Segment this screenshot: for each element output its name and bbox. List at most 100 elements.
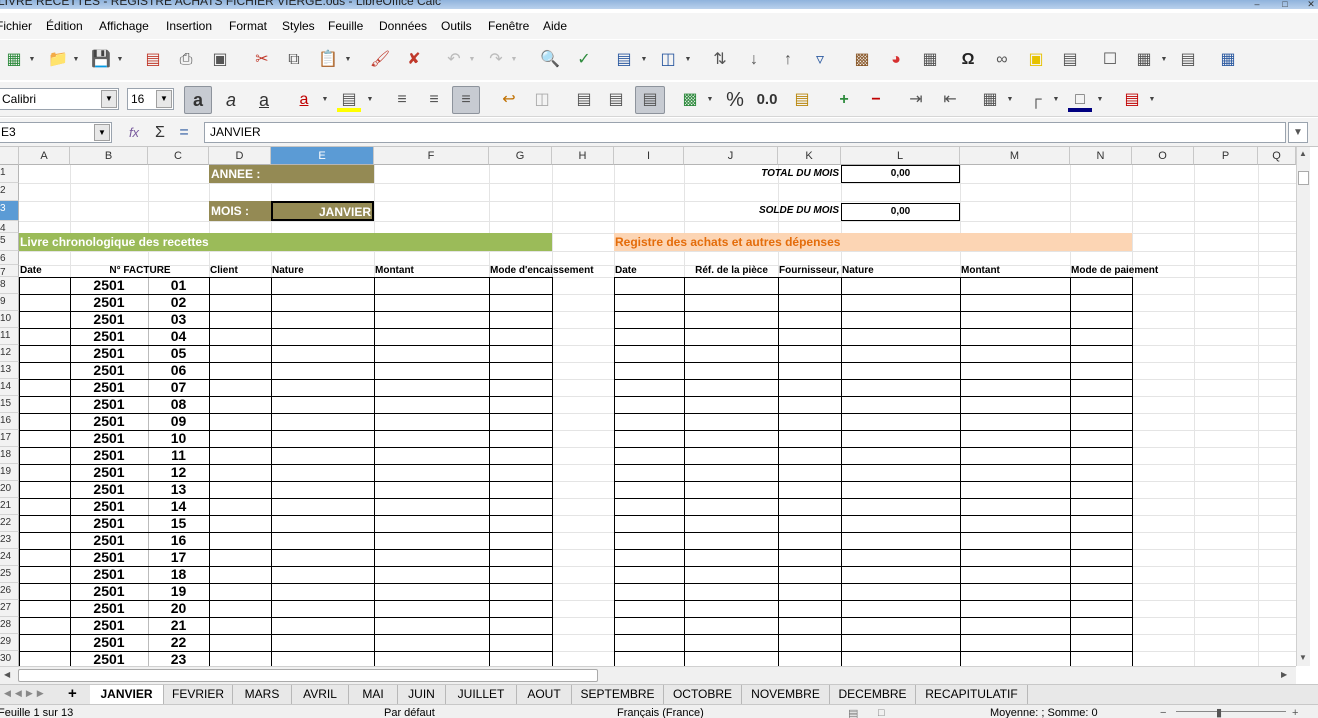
menu-styles[interactable]: Styles bbox=[282, 19, 315, 33]
sort-ascending-icon[interactable]: ↓ bbox=[742, 48, 766, 72]
image-icon[interactable]: ▩ bbox=[850, 48, 874, 72]
row-header-18[interactable]: 18 bbox=[0, 447, 19, 464]
invoice-number[interactable]: 22 bbox=[148, 634, 209, 651]
menu-edition[interactable]: Édition bbox=[46, 19, 83, 33]
menu-insertion[interactable]: Insertion bbox=[166, 19, 212, 33]
invoice-year[interactable]: 2501 bbox=[70, 447, 148, 464]
freeze-dropdown-icon[interactable]: ▼ bbox=[1160, 48, 1168, 72]
column-header-d[interactable]: D bbox=[209, 147, 271, 165]
invoice-year[interactable]: 2501 bbox=[70, 651, 148, 666]
invoice-number[interactable]: 19 bbox=[148, 583, 209, 600]
header-date[interactable]: Date bbox=[19, 265, 70, 277]
spelling-icon[interactable]: ✓ bbox=[572, 48, 596, 72]
invoice-number[interactable]: 04 bbox=[148, 328, 209, 345]
sheet-tab-janvier[interactable]: JANVIER bbox=[90, 685, 164, 704]
formula-input[interactable]: JANVIER bbox=[204, 122, 1286, 143]
column-header-h[interactable]: H bbox=[552, 147, 614, 165]
row-header-24[interactable]: 24 bbox=[0, 549, 19, 566]
mois-label[interactable]: MOIS : bbox=[209, 201, 271, 221]
open-dropdown-icon[interactable]: ▼ bbox=[72, 48, 80, 72]
invoice-year[interactable]: 2501 bbox=[70, 566, 148, 583]
zoom-out-icon[interactable]: − bbox=[1160, 707, 1166, 718]
column-header-q[interactable]: Q bbox=[1258, 147, 1296, 165]
sheet-tab-novembre[interactable]: NOVEMBRE bbox=[742, 685, 830, 704]
undo-icon[interactable]: ↶ bbox=[442, 48, 466, 72]
header-achat-date[interactable]: Date bbox=[614, 265, 684, 277]
add-sheet-icon[interactable]: + bbox=[68, 685, 77, 702]
special-character-icon[interactable]: Ω bbox=[956, 48, 980, 72]
menu-format[interactable]: Format bbox=[229, 19, 267, 33]
tab-navigation-icon[interactable]: ◀◀▶▶ bbox=[4, 688, 48, 699]
font-size-box[interactable]: 16 ▼ bbox=[127, 88, 174, 110]
row-icon[interactable]: ▤ bbox=[612, 48, 636, 72]
header-mode-paiement[interactable]: Mode de paiement bbox=[1070, 265, 1158, 277]
header-nature[interactable]: Nature bbox=[271, 265, 374, 277]
scroll-down-icon[interactable]: ▼ bbox=[1299, 653, 1307, 662]
undo-dropdown-icon[interactable]: ▼ bbox=[468, 48, 476, 72]
invoice-year[interactable]: 2501 bbox=[70, 413, 148, 430]
header-achat-nature[interactable]: Nature bbox=[841, 265, 960, 277]
border-style-icon[interactable]: ┌ bbox=[1024, 88, 1048, 112]
total-label[interactable]: TOTAL DU MOIS bbox=[684, 165, 841, 183]
font-color-icon[interactable]: a bbox=[292, 88, 316, 112]
formula-icon[interactable]: = bbox=[172, 121, 196, 145]
row-header-12[interactable]: 12 bbox=[0, 345, 19, 362]
invoice-year[interactable]: 2501 bbox=[70, 600, 148, 617]
menu-fichier[interactable]: Fichier bbox=[0, 19, 32, 33]
new-dropdown-icon[interactable]: ▼ bbox=[28, 48, 36, 72]
paste-dropdown-icon[interactable]: ▼ bbox=[344, 48, 352, 72]
invoice-year[interactable]: 2501 bbox=[70, 515, 148, 532]
print-preview-icon[interactable]: ▣ bbox=[208, 48, 232, 72]
horizontal-scroll-thumb[interactable] bbox=[18, 669, 598, 682]
name-box-dropdown-icon[interactable]: ▼ bbox=[94, 124, 110, 141]
row-header-27[interactable]: 27 bbox=[0, 600, 19, 617]
sheet-tab-aout[interactable]: AOUT bbox=[517, 685, 572, 704]
scroll-left-icon[interactable]: ◀ bbox=[4, 670, 10, 679]
select-all-corner[interactable] bbox=[0, 147, 19, 165]
invoice-year[interactable]: 2501 bbox=[70, 362, 148, 379]
copy-icon[interactable]: ⧉ bbox=[282, 48, 306, 72]
invoice-number[interactable]: 07 bbox=[148, 379, 209, 396]
borders-dropdown-icon[interactable]: ▼ bbox=[1006, 88, 1014, 112]
border-style-dropdown-icon[interactable]: ▼ bbox=[1052, 88, 1060, 112]
column-header-a[interactable]: A bbox=[19, 147, 70, 165]
redo-dropdown-icon[interactable]: ▼ bbox=[510, 48, 518, 72]
page-style[interactable]: Par défaut bbox=[384, 707, 435, 718]
invoice-number[interactable]: 14 bbox=[148, 498, 209, 515]
sheet-tab-recapitulatif[interactable]: RECAPITULATIF bbox=[916, 685, 1028, 704]
find-replace-icon[interactable]: 🔍 bbox=[538, 48, 562, 72]
maximize-icon[interactable]: □ bbox=[1278, 0, 1292, 9]
print-icon[interactable]: ⎙ bbox=[174, 48, 198, 72]
invoice-year[interactable]: 2501 bbox=[70, 328, 148, 345]
percent-format-icon[interactable]: % bbox=[723, 88, 747, 112]
sidebar-icon[interactable]: ▦ bbox=[1216, 48, 1240, 72]
clear-formatting-icon[interactable]: ✘ bbox=[402, 48, 426, 72]
headers-footers-icon[interactable]: ▤ bbox=[1058, 48, 1082, 72]
invoice-year[interactable]: 2501 bbox=[70, 311, 148, 328]
invoice-year[interactable]: 2501 bbox=[70, 617, 148, 634]
row-header-21[interactable]: 21 bbox=[0, 498, 19, 515]
invoice-year[interactable]: 2501 bbox=[70, 583, 148, 600]
clone-formatting-icon[interactable]: 🖌 bbox=[368, 48, 392, 72]
pivot-table-icon[interactable]: ▦ bbox=[918, 48, 942, 72]
row-dropdown-icon[interactable]: ▼ bbox=[640, 48, 648, 72]
minimize-icon[interactable]: – bbox=[1250, 0, 1264, 9]
invoice-year[interactable]: 2501 bbox=[70, 634, 148, 651]
zoom-slider-knob[interactable]: ▮ bbox=[1216, 706, 1222, 718]
font-name-dropdown-icon[interactable]: ▼ bbox=[101, 90, 117, 108]
center-vertically-icon[interactable]: ▤ bbox=[604, 88, 628, 112]
sort-descending-icon[interactable]: ↑ bbox=[776, 48, 800, 72]
sort-icon[interactable]: ⇅ bbox=[708, 48, 732, 72]
header-fournisseur[interactable]: Fournisseur, bbox=[778, 265, 841, 277]
menu-outils[interactable]: Outils bbox=[441, 19, 472, 33]
merge-cells-icon[interactable]: ◫ bbox=[530, 88, 554, 112]
horizontal-scrollbar[interactable]: ◀ ▶ bbox=[0, 666, 1296, 684]
function-wizard-icon[interactable]: fx bbox=[122, 121, 146, 145]
number-format-icon[interactable]: 0.0 bbox=[752, 88, 782, 112]
conditional-dropdown-icon[interactable]: ▼ bbox=[1148, 88, 1156, 112]
underline-icon[interactable]: a bbox=[252, 88, 276, 112]
borders-icon[interactable]: ▦ bbox=[978, 88, 1002, 112]
paste-icon[interactable]: 📋 bbox=[316, 48, 340, 72]
invoice-number[interactable]: 17 bbox=[148, 549, 209, 566]
comment-icon[interactable]: ▣ bbox=[1024, 48, 1048, 72]
